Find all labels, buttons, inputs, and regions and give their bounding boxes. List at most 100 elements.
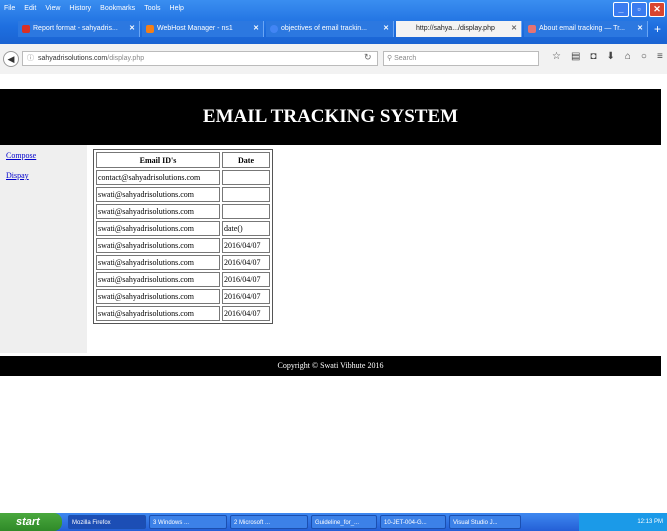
chat-icon[interactable]: ○ (641, 51, 647, 62)
close-window-button[interactable]: ✕ (649, 2, 665, 17)
taskbar-item-firefox[interactable]: Mozilla Firefox (68, 515, 146, 529)
menu-bookmarks[interactable]: Bookmarks (100, 4, 135, 14)
date-cell: 2016/04/07 (222, 255, 270, 270)
table-row: swati@sahyadrisolutions.com 2016/04/07 (96, 255, 270, 270)
date-cell (222, 170, 270, 185)
reading-list-icon[interactable]: ▤ (571, 51, 580, 62)
hamburger-menu-icon[interactable]: ≡ (657, 51, 663, 62)
windows-taskbar: start Mozilla Firefox 3 Windows ... 2 Mi… (0, 513, 667, 531)
taskbar-item-jet[interactable]: 10-JET-004-G... (380, 515, 446, 529)
table-row: swati@sahyadrisolutions.com date() (96, 221, 270, 236)
tab-label: Report format - sahyadris... (33, 25, 118, 32)
table-row: contact@sahyadrisolutions.com (96, 170, 270, 185)
menu-history[interactable]: History (69, 4, 91, 14)
menu-bar: File Edit View History Bookmarks Tools H… (4, 4, 193, 14)
tab-label: objectives of email trackin... (281, 25, 367, 32)
info-icon[interactable]: ⓘ (27, 55, 34, 62)
toolbar-icons: ☆ ▤ ◘ ⬇ ⌂ ○ ≡ (552, 51, 663, 62)
page-title: EMAIL TRACKING SYSTEM (0, 89, 661, 145)
tab-about-email-tracking[interactable]: About email tracking — Tr... ✕ (524, 21, 648, 37)
email-cell: contact@sahyadrisolutions.com (96, 170, 220, 185)
close-tab-icon[interactable]: ✕ (129, 21, 135, 37)
taskbar-item-guideline[interactable]: Guideline_for_... (311, 515, 377, 529)
tab-label: WebHost Manager - ns1 (157, 25, 233, 32)
date-cell (222, 204, 270, 219)
table-row: swati@sahyadrisolutions.com (96, 187, 270, 202)
cpanel-icon (146, 25, 154, 33)
tab-label: About email tracking — Tr... (539, 25, 625, 32)
taskbar-item-visual-studio[interactable]: Visual Studio J... (449, 515, 521, 529)
search-input[interactable]: ⚲ Search (383, 51, 539, 66)
date-cell: 2016/04/07 (222, 238, 270, 253)
new-tab-icon[interactable]: + (654, 21, 661, 37)
close-tab-icon[interactable]: ✕ (637, 21, 643, 37)
close-tab-icon[interactable]: ✕ (383, 21, 389, 37)
email-table: Email ID's Date contact@sahyadrisolution… (93, 149, 273, 324)
reload-icon[interactable]: ↻ (364, 52, 372, 63)
taskbar-item-windows[interactable]: 3 Windows ... (149, 515, 227, 529)
tab-strip: Report format - sahyadris... ✕ WebHost M… (18, 21, 661, 37)
close-tab-icon[interactable]: ✕ (253, 21, 259, 37)
minimize-button[interactable]: _ (613, 2, 629, 17)
close-tab-icon[interactable]: ✕ (511, 21, 517, 37)
taskbar-tasks: Mozilla Firefox 3 Windows ... 2 Microsof… (68, 515, 521, 529)
back-icon[interactable]: ◀ (3, 51, 19, 67)
email-cell: swati@sahyadrisolutions.com (96, 187, 220, 202)
search-icon: ⚲ (387, 55, 393, 62)
url-bar[interactable]: ⓘ sahyadrisolutions.com/display.php (22, 51, 378, 66)
compose-link[interactable]: Compose (6, 151, 36, 160)
email-cell: swati@sahyadrisolutions.com (96, 289, 220, 304)
table-row: swati@sahyadrisolutions.com 2016/04/07 (96, 306, 270, 321)
table-header-row: Email ID's Date (96, 152, 270, 168)
email-cell: swati@sahyadrisolutions.com (96, 221, 220, 236)
url-domain: sahyadrisolutions.com (38, 55, 108, 62)
date-cell: 2016/04/07 (222, 306, 270, 321)
page-footer: Copyright © Swati Vibhute 2016 (0, 356, 661, 376)
sidebar: Compose Dispay (0, 145, 87, 353)
menu-file[interactable]: File (4, 4, 15, 14)
email-cell: swati@sahyadrisolutions.com (96, 204, 220, 219)
menu-help[interactable]: Help (170, 4, 184, 14)
tab-label: http://sahya.../display.php (416, 25, 495, 32)
gmail-icon (22, 25, 30, 33)
home-icon[interactable]: ⌂ (625, 51, 631, 62)
maximize-button[interactable]: ▫ (631, 2, 647, 17)
email-column-header: Email ID's (96, 152, 220, 168)
page-content: EMAIL TRACKING SYSTEM Compose Dispay Ema… (0, 74, 667, 474)
pocket-icon[interactable]: ◘ (590, 51, 596, 62)
system-tray: 12:13 PM (579, 513, 667, 531)
date-cell (222, 187, 270, 202)
menu-view[interactable]: View (45, 4, 60, 14)
url-path: /display.php (107, 55, 145, 62)
table-row: swati@sahyadrisolutions.com 2016/04/07 (96, 272, 270, 287)
taskbar-item-microsoft[interactable]: 2 Microsoft ... (230, 515, 308, 529)
window-controls: _ ▫ ✕ (613, 2, 665, 17)
table-row: swati@sahyadrisolutions.com 2016/04/07 (96, 238, 270, 253)
display-link[interactable]: Dispay (6, 171, 29, 180)
bookmark-star-icon[interactable]: ☆ (552, 51, 561, 62)
table-row: swati@sahyadrisolutions.com (96, 204, 270, 219)
date-cell: date() (222, 221, 270, 236)
clock[interactable]: 12:13 PM (637, 519, 663, 525)
email-cell: swati@sahyadrisolutions.com (96, 238, 220, 253)
browser-titlebar: File Edit View History Bookmarks Tools H… (0, 0, 667, 44)
tab-webhost-manager[interactable]: WebHost Manager - ns1 ✕ (142, 21, 264, 37)
google-icon (270, 25, 278, 33)
menu-edit[interactable]: Edit (24, 4, 36, 14)
start-button[interactable]: start (0, 513, 62, 531)
tab-display-php[interactable]: http://sahya.../display.php ✕ (396, 21, 522, 37)
email-cell: swati@sahyadrisolutions.com (96, 272, 220, 287)
tab-objectives[interactable]: objectives of email trackin... ✕ (266, 21, 394, 37)
shield-icon (528, 25, 536, 33)
date-cell: 2016/04/07 (222, 272, 270, 287)
search-placeholder: Search (394, 55, 417, 62)
date-cell: 2016/04/07 (222, 289, 270, 304)
navigation-toolbar: ◀ ⓘ sahyadrisolutions.com/display.php ↻ ⚲… (0, 44, 667, 75)
table-row: swati@sahyadrisolutions.com 2016/04/07 (96, 289, 270, 304)
tab-report-format[interactable]: Report format - sahyadris... ✕ (18, 21, 140, 37)
menu-tools[interactable]: Tools (144, 4, 160, 14)
email-cell: swati@sahyadrisolutions.com (96, 306, 220, 321)
date-column-header: Date (222, 152, 270, 168)
download-icon[interactable]: ⬇ (606, 51, 614, 62)
email-cell: swati@sahyadrisolutions.com (96, 255, 220, 270)
